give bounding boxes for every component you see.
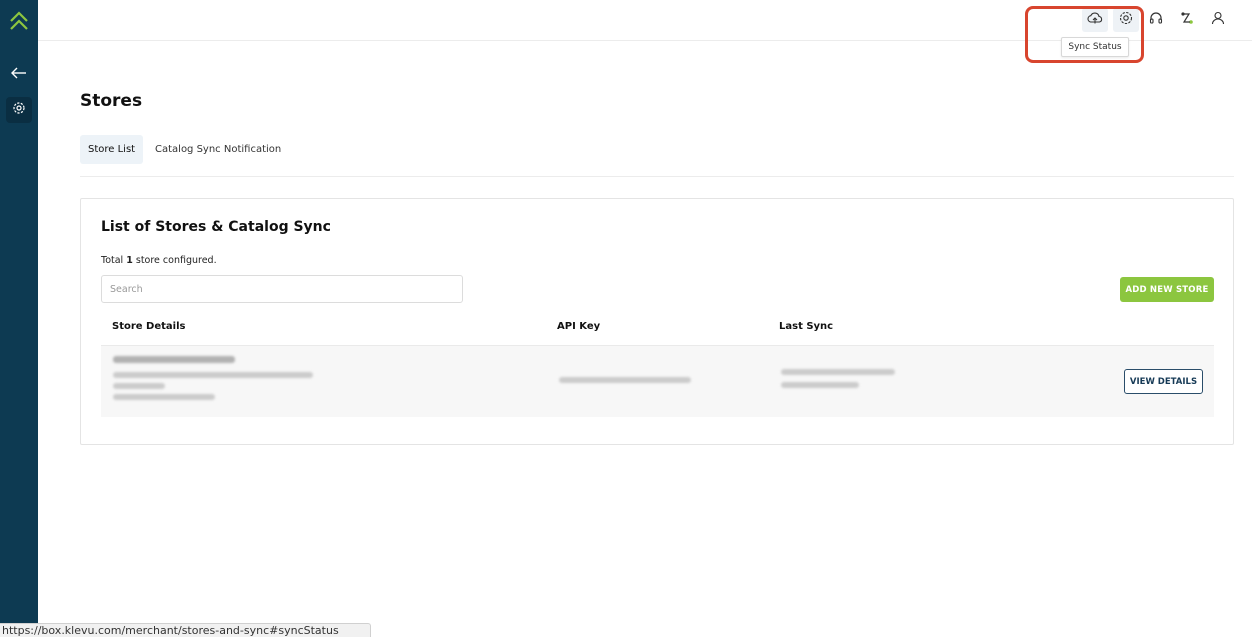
column-header-api-key: API Key <box>557 321 601 332</box>
user-icon <box>1210 10 1226 30</box>
page-title: Stores <box>80 91 143 111</box>
integrations-icon <box>1179 10 1195 30</box>
back-arrow-icon[interactable] <box>9 65 29 81</box>
card-title: List of Stores & Catalog Sync <box>101 219 331 235</box>
tab-store-list[interactable]: Store List <box>80 135 144 164</box>
browser-status-url: https://box.klevu.com/merchant/stores-an… <box>0 623 371 637</box>
table-row: VIEW DETAILS <box>101 345 1214 417</box>
store-count: 1 <box>126 255 133 266</box>
integrations-button[interactable] <box>1174 8 1200 32</box>
tab-catalog-sync-notification[interactable]: Catalog Sync Notification <box>147 135 289 164</box>
column-header-last-sync: Last Sync <box>779 321 834 332</box>
settings-gear-icon <box>11 100 27 120</box>
store-count-text: Total 1 store configured. <box>101 255 217 266</box>
stores-card: List of Stores & Catalog Sync Total 1 st… <box>80 198 1234 445</box>
add-new-store-button[interactable]: ADD NEW STORE <box>1120 277 1214 302</box>
view-details-button[interactable]: VIEW DETAILS <box>1124 369 1203 394</box>
search-input[interactable] <box>101 275 463 303</box>
sidebar-settings-button[interactable] <box>6 97 32 123</box>
column-header-store-details: Store Details <box>112 321 186 332</box>
tabs-divider <box>80 176 1234 177</box>
sync-status-tooltip: Sync Status <box>1061 37 1129 57</box>
user-profile-button[interactable] <box>1205 8 1231 32</box>
support-button[interactable] <box>1143 8 1169 32</box>
sidebar <box>0 0 38 637</box>
headset-icon <box>1148 10 1164 30</box>
logo-icon[interactable] <box>8 10 30 32</box>
